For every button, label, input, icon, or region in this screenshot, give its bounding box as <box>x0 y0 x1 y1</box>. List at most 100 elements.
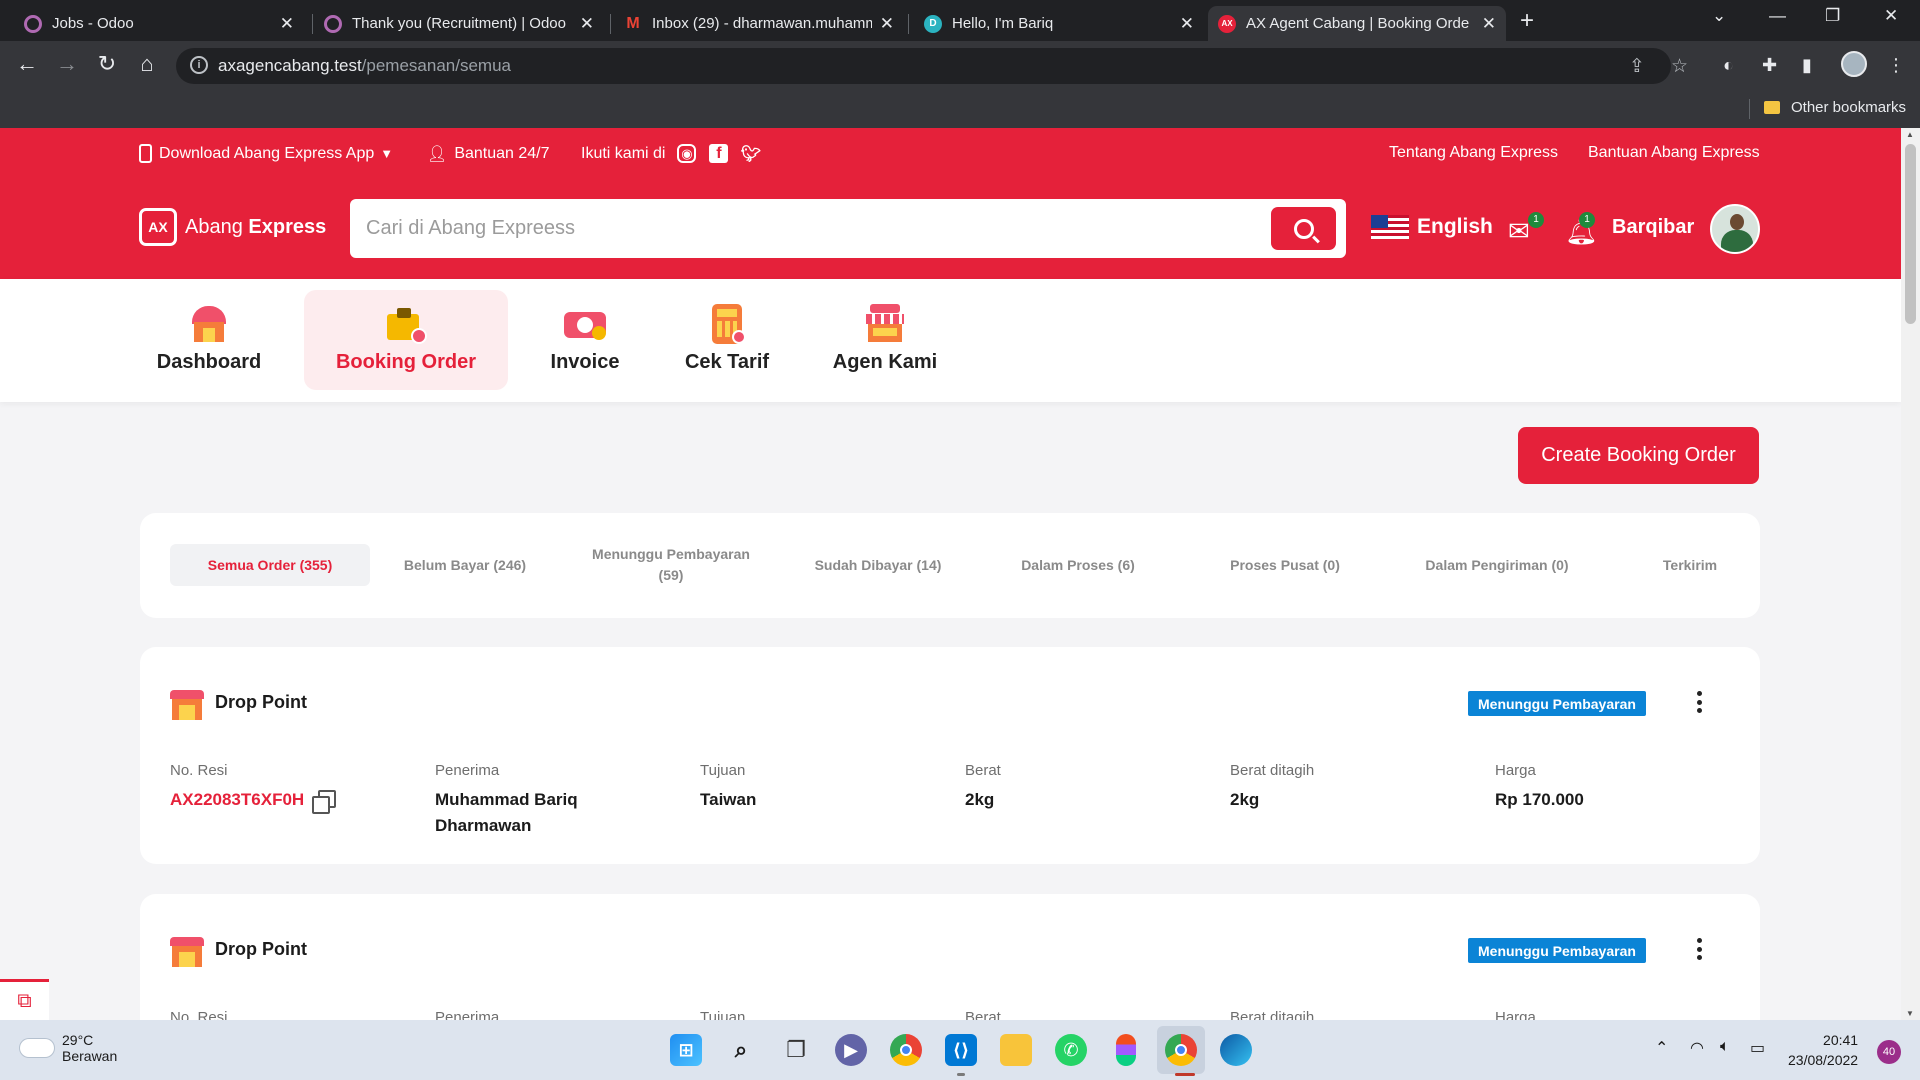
system-clock[interactable]: 20:41 23/08/2022 <box>1788 1030 1858 1070</box>
new-tab-icon[interactable]: + <box>1520 7 1534 35</box>
site-info-icon[interactable]: i <box>190 56 208 74</box>
url-text[interactable]: axagencabang.test/pemesanan/semua <box>218 56 511 76</box>
chevron-down-icon: ▼ <box>380 146 394 161</box>
close-icon[interactable]: ✕ <box>1180 14 1194 34</box>
copy-icon[interactable] <box>312 789 337 814</box>
username[interactable]: Barqibar <box>1612 216 1694 239</box>
browser-tab[interactable]: Thank you (Recruitment) | Odoo ✕ <box>314 6 604 41</box>
star-icon[interactable]: ☆ <box>1671 55 1688 78</box>
extension-icon[interactable]: ◐ <box>1723 55 1734 76</box>
scrollbar-thumb[interactable] <box>1905 144 1916 324</box>
tab-title: Inbox (29) - dharmawan.muhamm <box>652 15 872 32</box>
chevron-up-icon[interactable]: ⌃ <box>1655 1038 1668 1058</box>
nav-dashboard[interactable]: Dashboard <box>148 290 270 390</box>
create-booking-order-button[interactable]: Create Booking Order <box>1518 427 1759 484</box>
browser-tab[interactable]: D Hello, I'm Bariq ✕ <box>914 6 1204 41</box>
battery-icon[interactable]: ▭ <box>1750 1038 1765 1058</box>
store-icon <box>864 304 906 344</box>
order-card: Drop Point Menunggu Pembayaran No. Resi … <box>140 647 1760 864</box>
nav-booking-order[interactable]: Booking Order <box>304 290 508 390</box>
tab-dalam-pengiriman[interactable]: Dalam Pengiriman (0) <box>1402 544 1592 586</box>
close-icon[interactable]: ✕ <box>580 14 594 34</box>
more-options-icon[interactable] <box>1695 936 1703 962</box>
more-icon[interactable]: ⋮ <box>1887 55 1905 76</box>
chrome-icon[interactable] <box>890 1034 922 1066</box>
instagram-icon[interactable]: ◉ <box>677 144 697 163</box>
twitter-icon[interactable]: 🐦︎ <box>741 144 761 163</box>
nav-cek-tarif[interactable]: Cek Tarif <box>672 290 782 390</box>
help-link[interactable]: 👤︎ Bantuan 24/7 <box>427 144 550 164</box>
notification-badge[interactable]: 40 <box>1877 1040 1901 1064</box>
mail-icon[interactable]: ✉ 1 <box>1508 212 1544 247</box>
bell-icon[interactable]: 🔔︎ 1 <box>1565 212 1598 247</box>
home-icon[interactable]: ⌂ <box>132 51 162 77</box>
tab-dalam-proses[interactable]: Dalam Proses (6) <box>993 544 1163 586</box>
berat-label: Berat <box>965 1009 1001 1020</box>
share-icon[interactable]: ⇪ <box>1629 55 1645 78</box>
order-type: Drop Point <box>215 939 307 959</box>
tab-belum-bayar[interactable]: Belum Bayar (246) <box>375 544 555 586</box>
help-center-link[interactable]: Bantuan Abang Express <box>1588 144 1760 162</box>
windows-start-icon[interactable]: ⊞ <box>670 1034 702 1066</box>
scroll-up-icon[interactable]: ▲ <box>1906 130 1914 139</box>
tujuan-value: Taiwan <box>700 790 757 809</box>
page-scrollbar[interactable]: ▲ ▼ <box>1901 128 1920 1020</box>
wifi-icon[interactable]: ◠ <box>1690 1038 1704 1058</box>
penerima-value: Muhammad Bariq Dharmawan <box>435 790 578 835</box>
reload-icon[interactable]: ↻ <box>92 51 122 77</box>
whatsapp-icon[interactable]: ✆ <box>1055 1034 1087 1066</box>
weather-widget[interactable]: 29°C Berawan <box>20 1032 117 1064</box>
task-view-icon[interactable]: ❐ <box>780 1034 812 1066</box>
minimize-icon[interactable]: — <box>1769 6 1786 26</box>
search-button[interactable] <box>1271 207 1336 250</box>
nav-invoice[interactable]: Invoice <box>536 290 634 390</box>
download-app-link[interactable]: Download Abang Express App ▼ <box>139 144 393 163</box>
browser-tab-active[interactable]: AX AX Agent Cabang | Booking Orde ✕ <box>1208 6 1506 41</box>
file-explorer-icon[interactable] <box>1000 1034 1032 1066</box>
figma-icon[interactable] <box>1116 1034 1136 1066</box>
language-selector[interactable]: English <box>1371 215 1493 239</box>
restore-icon[interactable]: ❐ <box>1825 6 1840 26</box>
facebook-icon[interactable]: f <box>709 144 729 163</box>
search-icon[interactable]: ⌕ <box>725 1034 757 1066</box>
tab-proses-pusat[interactable]: Proses Pusat (0) <box>1200 544 1370 586</box>
profile-avatar[interactable] <box>1841 51 1867 77</box>
vscode-icon[interactable]: ⟨⟩ <box>945 1034 977 1066</box>
resi-value[interactable]: AX22083T6XF0H <box>170 787 410 814</box>
more-options-icon[interactable] <box>1695 689 1703 715</box>
browser-tab[interactable]: M Inbox (29) - dharmawan.muhamm ✕ <box>614 6 904 41</box>
nav-agen-kami[interactable]: Agen Kami <box>820 290 950 390</box>
back-icon[interactable]: ← <box>12 51 42 77</box>
debugbar-icon[interactable]: ⧉ <box>0 979 49 1020</box>
close-icon[interactable]: ✕ <box>1482 14 1496 34</box>
forward-icon[interactable]: → <box>52 51 82 77</box>
search-input[interactable]: Cari di Abang Expreess <box>366 217 575 240</box>
tab-semua-order[interactable]: Semua Order (355) <box>170 544 370 586</box>
browser-tab[interactable]: Jobs - Odoo ✕ <box>14 6 304 41</box>
penerima-label: Penerima <box>435 1009 500 1020</box>
puzzle-icon[interactable]: ✚ <box>1762 55 1777 76</box>
close-icon[interactable]: ✕ <box>880 14 894 34</box>
volume-icon[interactable]: 🔈︎ <box>1720 1038 1730 1056</box>
page-viewport: Download Abang Express App ▼ 👤︎ Bantuan … <box>0 128 1901 1020</box>
tab-sudah-dibayar[interactable]: Sudah Dibayar (14) <box>788 544 968 586</box>
window-close-icon[interactable]: ✕ <box>1884 6 1898 26</box>
package-icon <box>385 304 427 344</box>
chrome-profile-icon[interactable] <box>1165 1034 1197 1066</box>
address-bar[interactable]: i axagencabang.test/pemesanan/semua ⇪ ☆ <box>176 48 1688 84</box>
other-bookmarks[interactable]: Other bookmarks <box>1791 99 1906 116</box>
tab-search-icon[interactable]: ⌄ <box>1712 6 1726 26</box>
store-icon <box>170 690 204 720</box>
logo-icon: AX <box>139 208 177 246</box>
status-badge: Menunggu Pembayaran <box>1468 691 1646 716</box>
tab-terkirim[interactable]: Terkirim <box>1640 544 1740 586</box>
abang-express-logo[interactable]: AX Abang Express <box>139 208 326 246</box>
about-link[interactable]: Tentang Abang Express <box>1389 144 1558 162</box>
tab-menunggu-pembayaran[interactable]: Menunggu Pembayaran (59) <box>578 544 764 586</box>
teams-icon[interactable]: ▶ <box>835 1034 867 1066</box>
close-icon[interactable]: ✕ <box>280 14 294 34</box>
edge-icon[interactable] <box>1220 1034 1252 1066</box>
avatar[interactable] <box>1710 204 1760 254</box>
scroll-down-icon[interactable]: ▼ <box>1906 1009 1914 1018</box>
sidepanel-icon[interactable]: ▮ <box>1802 55 1812 76</box>
